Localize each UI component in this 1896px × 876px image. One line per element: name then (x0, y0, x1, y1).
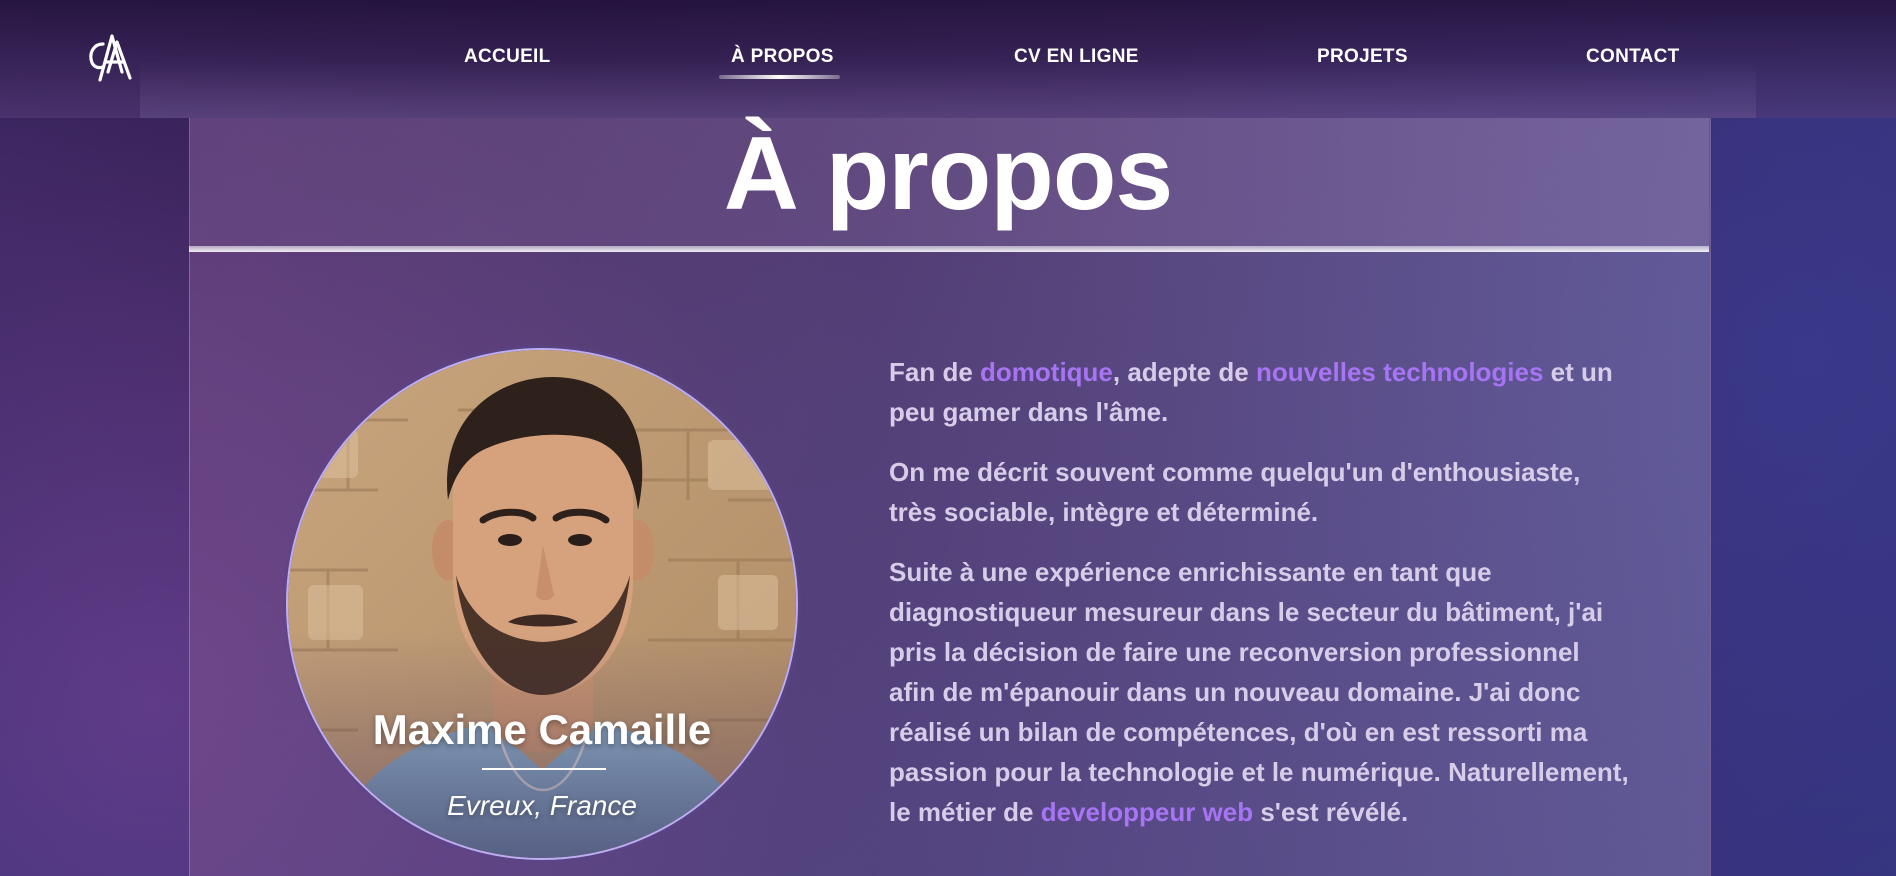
nav-item-cv-en-ligne[interactable]: CV EN LIGNE (1014, 46, 1139, 68)
profile-photo-illustration (288, 350, 796, 858)
highlight-nouvelles-technologies: nouvelles technologies (1255, 357, 1544, 387)
profile-location: Evreux, France (447, 790, 637, 821)
nav-item-a-propos[interactable]: À PROPOS (731, 46, 834, 68)
active-nav-indicator (719, 75, 840, 79)
text-span: Fan de (889, 357, 981, 387)
nav-item-contact[interactable]: CONTACT (1586, 46, 1680, 68)
about-text: Fan de domotique, adepte de nouvelles te… (889, 352, 1629, 852)
nav-item-projets[interactable]: PROJETS (1317, 46, 1408, 68)
profile-photo: Maxime Camaille Evreux, France (286, 348, 798, 860)
profile-name-divider (482, 768, 606, 770)
highlight-domotique: domotique (980, 357, 1113, 387)
profile-name: Maxime Camaille (372, 706, 712, 753)
about-paragraph-3: Suite à une expérience enrichissante en … (889, 552, 1629, 832)
about-paragraph-1: Fan de domotique, adepte de nouvelles te… (889, 352, 1629, 432)
title-divider (189, 246, 1709, 252)
main-nav: ACCUEIL À PROPOS CV EN LIGNE PROJETS CON… (0, 0, 1896, 118)
page-title: À propos (723, 116, 1173, 232)
text-span: s'est révélé. (1253, 797, 1409, 827)
nav-item-accueil[interactable]: ACCUEIL (464, 46, 551, 68)
highlight-developpeur-web: developpeur web (1040, 797, 1254, 827)
text-span: , adepte de (1112, 357, 1256, 387)
about-paragraph-2: On me décrit souvent comme quelqu'un d'e… (889, 457, 1581, 527)
text-span: Suite à une expérience enrichissante en … (889, 557, 1629, 827)
